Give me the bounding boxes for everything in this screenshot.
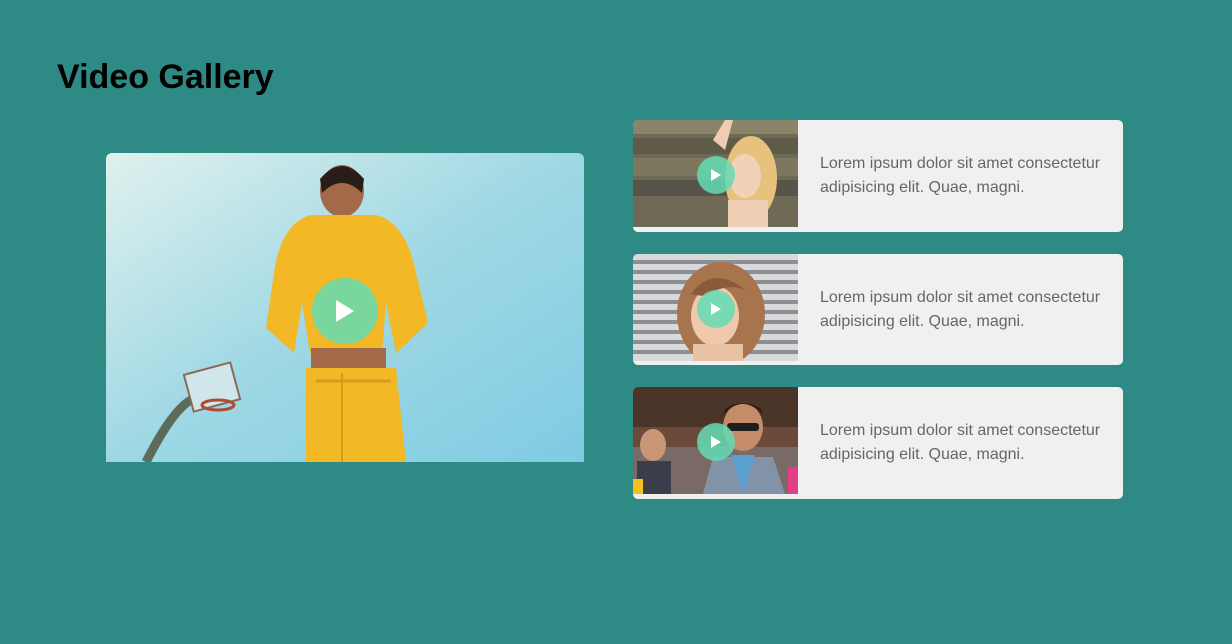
main-play-button[interactable] — [312, 278, 378, 344]
main-video-player[interactable] — [106, 153, 584, 462]
playlist-item[interactable]: Lorem ipsum dolor sit amet consectetur a… — [633, 120, 1123, 232]
play-icon — [711, 436, 721, 448]
play-button[interactable] — [697, 290, 735, 328]
video-thumbnail — [633, 120, 798, 227]
video-playlist: Lorem ipsum dolor sit amet consectetur a… — [633, 120, 1123, 521]
play-icon — [336, 300, 354, 322]
video-description: Lorem ipsum dolor sit amet consectetur a… — [820, 422, 1101, 463]
play-icon — [711, 303, 721, 315]
video-description: Lorem ipsum dolor sit amet consectetur a… — [820, 289, 1101, 330]
play-icon — [711, 169, 721, 181]
play-button[interactable] — [697, 156, 735, 194]
video-thumbnail — [633, 254, 798, 361]
play-button[interactable] — [697, 423, 735, 461]
playlist-item[interactable]: Lorem ipsum dolor sit amet consectetur a… — [633, 254, 1123, 365]
video-description: Lorem ipsum dolor sit amet consectetur a… — [820, 155, 1101, 196]
playlist-item[interactable]: Lorem ipsum dolor sit amet consectetur a… — [633, 387, 1123, 499]
page-title: Video Gallery — [57, 58, 274, 96]
video-thumbnail — [633, 387, 798, 494]
